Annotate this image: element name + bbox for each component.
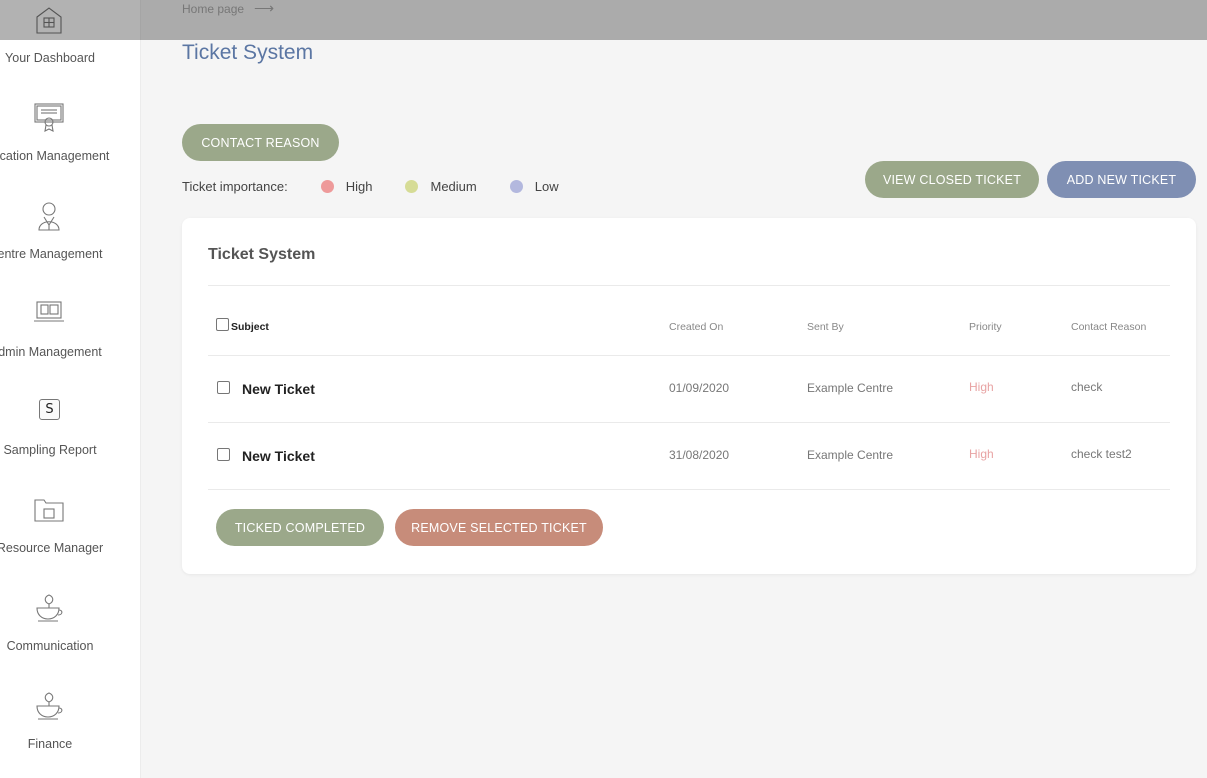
- ticket-priority: High: [969, 380, 994, 394]
- sidebar-item-label: Your Dashboard: [5, 51, 95, 65]
- breadcrumb-home-link[interactable]: Home page: [182, 2, 244, 16]
- ticket-system-card: Ticket System Subject Created On Sent By…: [182, 218, 1196, 574]
- page-title: Ticket System: [182, 41, 314, 64]
- divider: [208, 422, 1170, 423]
- ticket-created-on: 01/09/2020: [669, 381, 730, 395]
- divider: [208, 285, 1170, 286]
- sidebar: Your Dashboard ification Management entr…: [0, 0, 141, 778]
- remove-selected-ticket-button[interactable]: REMOVE SELECTED TICKET: [395, 509, 603, 546]
- sidebar-item-centre-management[interactable]: entre Management: [0, 201, 140, 299]
- ticked-completed-button[interactable]: TICKED COMPLETED: [216, 509, 384, 546]
- legend-item-label: Low: [534, 179, 559, 194]
- sidebar-item-label: ification Management: [0, 149, 110, 163]
- folder-icon: [34, 495, 64, 525]
- ticket-sent-by: Example Centre: [807, 381, 894, 395]
- sidebar-item-label: Sampling Report: [3, 443, 97, 457]
- contact-reason-button[interactable]: CONTACT REASON: [182, 124, 339, 161]
- sidebar-item-label: Resource Manager: [0, 541, 104, 555]
- person-icon: [34, 201, 64, 231]
- divider: [208, 355, 1170, 356]
- medium-dot-icon: [405, 180, 419, 193]
- column-header-created-on[interactable]: Created On: [669, 321, 723, 333]
- ticket-priority: High: [969, 447, 994, 461]
- legend-item-low: Low: [509, 179, 559, 194]
- row-checkbox[interactable]: [217, 448, 230, 461]
- arrow-right-icon: ⟶: [254, 0, 275, 16]
- sidebar-item-label: dmin Management: [0, 345, 102, 359]
- ticket-sent-by: Example Centre: [807, 448, 894, 462]
- sidebar-item-communication[interactable]: Communication: [0, 593, 140, 691]
- s-key-icon: S: [39, 399, 60, 420]
- ticket-contact-reason: check test2: [1071, 447, 1132, 461]
- legend-item-high: High: [320, 179, 373, 194]
- sidebar-item-certification[interactable]: ification Management: [0, 103, 140, 201]
- sidebar-item-label: entre Management: [0, 247, 103, 261]
- add-new-ticket-button[interactable]: ADD NEW TICKET: [1047, 161, 1196, 198]
- select-all-checkbox[interactable]: [216, 318, 229, 331]
- cup-plant-icon: [34, 691, 64, 721]
- certificate-icon: [34, 103, 64, 133]
- sidebar-item-sampling-report[interactable]: S Sampling Report: [0, 397, 140, 495]
- breadcrumb: Home page ⟶: [182, 0, 274, 17]
- ticket-subject[interactable]: New Ticket: [242, 448, 315, 464]
- column-header-priority[interactable]: Priority: [969, 321, 1002, 333]
- legend-item-label: High: [345, 179, 373, 194]
- high-dot-icon: [320, 180, 334, 193]
- legend-item-label: Medium: [430, 179, 477, 194]
- low-dot-icon: [509, 180, 523, 193]
- ticket-subject[interactable]: New Ticket: [242, 381, 315, 397]
- sidebar-item-label: Communication: [6, 639, 94, 653]
- view-closed-ticket-button[interactable]: VIEW CLOSED TICKET: [865, 161, 1039, 198]
- ticket-contact-reason: check: [1071, 380, 1103, 394]
- column-header-subject[interactable]: Subject: [231, 321, 269, 333]
- legend-item-medium: Medium: [405, 179, 477, 194]
- column-header-sent-by[interactable]: Sent By: [807, 321, 844, 333]
- sidebar-item-label: Finance: [27, 737, 73, 751]
- row-checkbox[interactable]: [217, 381, 230, 394]
- sidebar-item-admin-management[interactable]: dmin Management: [0, 299, 140, 397]
- card-title: Ticket System: [208, 246, 316, 263]
- ticket-importance-legend: Ticket importance: High Medium Low: [182, 179, 559, 194]
- divider: [208, 489, 1170, 490]
- laptop-icon: [34, 299, 64, 329]
- ticket-created-on: 31/08/2020: [669, 448, 730, 462]
- cup-plant-icon: [34, 593, 64, 623]
- sidebar-item-resource-manager[interactable]: Resource Manager: [0, 495, 140, 593]
- sidebar-item-finance[interactable]: Finance: [0, 691, 140, 778]
- column-header-contact-reason[interactable]: Contact Reason: [1071, 321, 1146, 333]
- legend-label: Ticket importance:: [182, 179, 288, 194]
